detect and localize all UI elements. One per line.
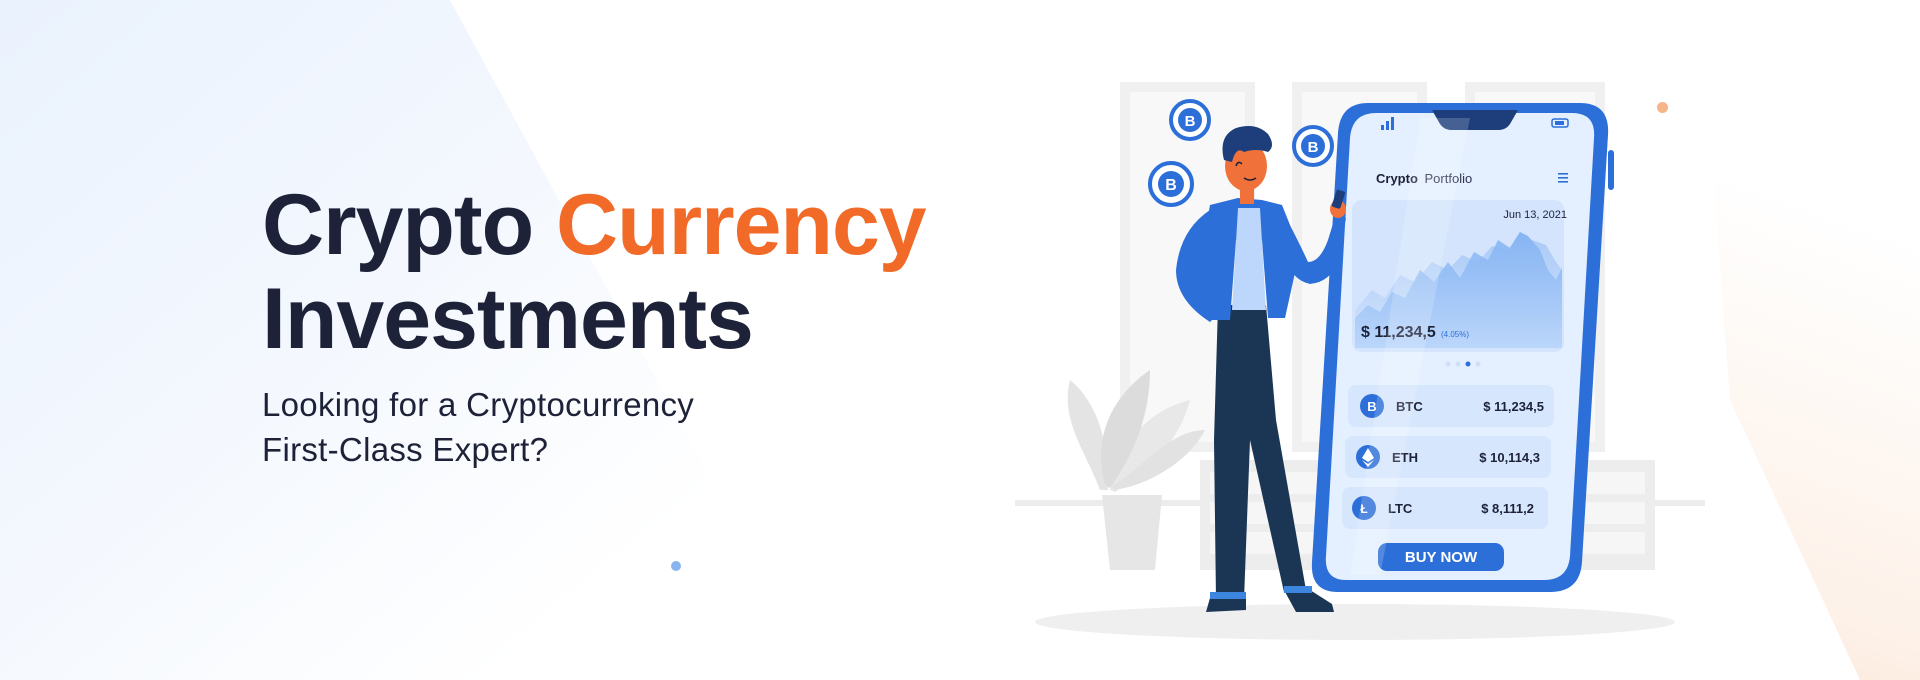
smartphone: Crypto Portfolio Jun 13, 2021 $ 11,234,5… (1311, 103, 1614, 592)
hamburger-icon[interactable] (1558, 173, 1568, 183)
buy-now-label: BUY NOW (1405, 549, 1478, 566)
portfolio-date: Jun 13, 2021 (1503, 209, 1567, 221)
bitcoin-coin-icon: B (1148, 161, 1194, 207)
coin-price: $ 8,111,2 (1481, 501, 1534, 516)
coin-price: $ 11,234,5 (1483, 399, 1544, 414)
buy-now-button[interactable]: BUY NOW (1378, 543, 1504, 571)
hero-banner: Crypto Currency Investments Looking for … (0, 0, 1920, 680)
svg-text:B: B (1165, 177, 1177, 194)
svg-text:B: B (1308, 139, 1319, 156)
floor-shadow (1035, 604, 1675, 640)
svg-text:B: B (1185, 113, 1196, 130)
portfolio-change: (4.05%) (1441, 330, 1469, 339)
crypto-illustration: Crypto Portfolio Jun 13, 2021 $ 11,234,5… (1015, 82, 1705, 640)
bitcoin-coin-icon: B (1169, 99, 1211, 141)
coin-price: $ 10,114,3 (1479, 450, 1540, 465)
bitcoin-coin-icon: B (1292, 125, 1334, 167)
